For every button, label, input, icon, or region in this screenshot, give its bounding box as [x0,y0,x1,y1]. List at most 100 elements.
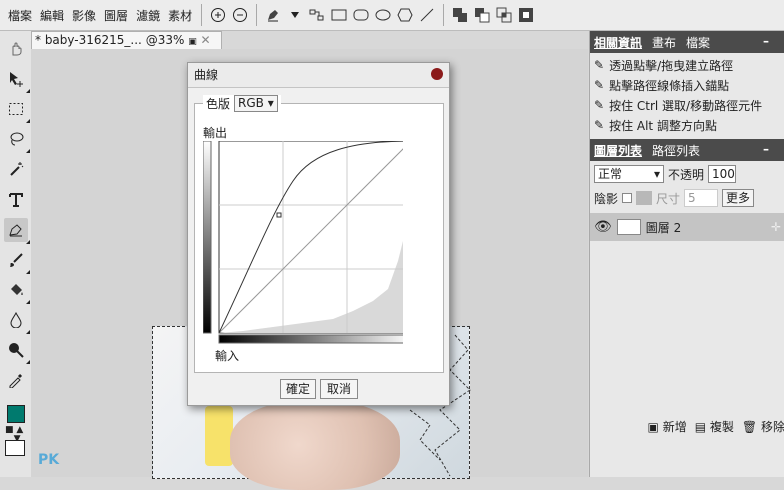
new-layer-button[interactable]: ▣ 新增 [648,418,687,435]
fill-bucket-icon[interactable] [4,278,30,304]
size-label: 尺寸 [656,191,681,206]
info-text: 按住 Ctrl 選取/移動路徑元件 [609,98,763,113]
blend-mode-value: 正常 [598,167,623,181]
eye-icon[interactable]: 👁 [594,219,612,235]
marquee-tool-icon[interactable] [4,97,30,123]
info-line: ✎ 點擊路徑線條插入錨點 [590,75,784,95]
pen-tool-icon[interactable] [264,6,282,24]
shadow-color-swatch[interactable] [636,191,653,205]
exclude-icon[interactable] [517,6,535,24]
separator [201,4,203,26]
background-color-swatch[interactable] [5,440,25,456]
dodge-tool-icon[interactable] [4,338,30,364]
eyedropper-icon[interactable] [4,368,28,392]
pen-convert-icon: ✎ [594,118,605,132]
channel-row: 色版 RGB ▾ [203,95,281,112]
combine-icon[interactable] [451,6,469,24]
curves-dialog: 曲線 色版 RGB ▾ 輸出 輸入 確定 取消 [187,62,450,406]
move-tool-icon[interactable] [4,67,30,93]
menu-image[interactable]: 影像 [68,7,100,24]
pen-add-icon: ✎ [594,78,605,92]
menu-layer[interactable]: 圖層 [100,7,132,24]
magic-wand-icon[interactable] [4,157,28,181]
blur-tool-icon[interactable] [4,308,30,334]
watermark-logo: PK [38,452,60,468]
zoom-out-icon[interactable] [231,6,249,24]
image-yellow-toy [205,406,233,466]
shadow-label: 陰影 [594,191,619,206]
layer-name[interactable]: 圖層 2 [646,219,681,236]
menu-file[interactable]: 檔案 [4,7,36,24]
duplicate-icon: ▤ [694,419,707,434]
collapse-icon[interactable]: – [763,34,769,48]
menu-edit[interactable]: 編輯 [36,7,68,24]
lasso-tool-icon[interactable] [4,127,30,153]
channel-label: 色版 [206,97,231,111]
new-layer-icon: ▣ [647,419,659,434]
info-panel-header: 相關資訊 畫布 檔案 – [590,31,784,53]
polygon-icon[interactable] [396,6,414,24]
channel-select[interactable]: RGB ▾ [234,95,278,112]
document-tab[interactable]: * baby-316215_... @33% ▣ ✕ [31,31,222,49]
opacity-input[interactable]: 100 [708,165,737,183]
collapse-icon[interactable]: – [763,142,769,156]
intersect-icon[interactable] [495,6,513,24]
close-tab-icon[interactable]: ✕ [201,33,211,47]
layer-thumbnail [616,219,641,235]
dialog-close-icon[interactable] [431,68,443,80]
duplicate-layer-button[interactable]: ▤ 複製 [695,418,734,435]
size-input[interactable]: 5 [684,189,719,207]
info-line: ✎ 透過點擊/拖曳建立路徑 [590,55,784,75]
layers-footer: ▣ 新增 ▤ 複製 🗑 移除 [590,416,784,436]
tab-info[interactable]: 相關資訊 [594,34,642,51]
input-label: 輸入 [215,349,240,363]
menu-material[interactable]: 素材 [164,7,196,24]
right-panel: 相關資訊 畫布 檔案 – ✎ 透過點擊/拖曳建立路徑 ✎ 點擊路徑線條插入錨點 ✎ 按… [589,31,784,477]
delete-layer-button[interactable]: 🗑 移除 [742,418,784,435]
chevron-down-icon[interactable] [286,6,304,24]
tab-layers[interactable]: 圖層列表 [594,142,642,159]
ok-button[interactable]: 確定 [280,379,316,399]
foreground-color-swatch[interactable] [7,405,25,423]
shadow-row: 陰影 尺寸 5 更多 [590,186,784,210]
pen-select-icon: ✎ [594,98,605,112]
ellipse-icon[interactable] [374,6,392,24]
rounded-rect-icon[interactable] [352,6,370,24]
separator [256,4,258,26]
brush-tool-icon[interactable] [4,248,30,274]
shadow-checkbox[interactable] [622,193,633,203]
delete-label: 移除 [760,419,784,434]
cancel-button[interactable]: 取消 [320,379,358,399]
menu-bar: 檔案 編輯 影像 圖層 濾鏡 素材 [0,0,784,31]
tab-file[interactable]: 檔案 [686,34,710,51]
info-text: 透過點擊/拖曳建立路徑 [609,58,734,73]
drag-handle-icon[interactable]: ✛ [771,220,781,234]
hand-tool-icon[interactable] [4,37,28,61]
tab-canvas[interactable]: 畫布 [652,34,676,51]
subtract-icon[interactable] [473,6,491,24]
blend-mode-select[interactable]: 正常 ▾ [594,165,664,183]
zoom-in-icon[interactable] [209,6,227,24]
blend-row: 正常 ▾ 不透明 100 [590,162,784,186]
info-line: ✎ 按住 Alt 調整方向點 [590,115,784,135]
curves-panel: 色版 RGB ▾ 輸出 輸入 [194,95,444,373]
info-text: 點擊路徑線條插入錨點 [609,78,730,93]
opacity-label: 不透明 [668,167,705,182]
path-nodes-icon[interactable] [308,6,326,24]
rectangle-shape-icon[interactable] [330,6,348,24]
document-title: * baby-316215_... @33% [35,33,185,47]
more-button[interactable]: 更多 [722,189,755,207]
curves-graph[interactable] [203,141,403,345]
duplicate-label: 複製 [709,419,734,434]
separator [443,4,445,26]
line-icon[interactable] [418,6,436,24]
info-text: 按住 Alt 調整方向點 [609,118,717,133]
layer-row[interactable]: 👁 圖層 2 ✛ [590,213,784,241]
pen-tool-icon[interactable] [4,218,30,244]
trash-icon: 🗑 [741,419,758,434]
new-layer-label: 新增 [662,419,687,434]
tool-palette: ■ ▲ ▼ [0,31,32,477]
menu-filter[interactable]: 濾鏡 [132,7,164,24]
text-tool-icon[interactable] [4,188,28,212]
tab-paths[interactable]: 路徑列表 [652,142,700,159]
